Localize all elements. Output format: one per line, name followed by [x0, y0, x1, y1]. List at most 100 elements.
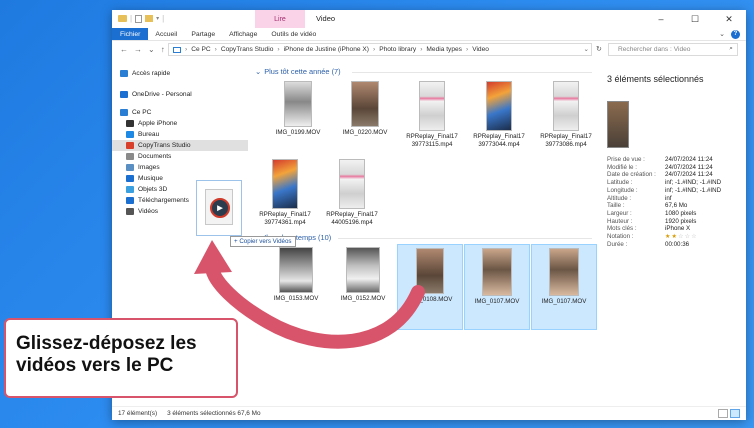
video-file-icon: ▶: [205, 189, 233, 225]
chevron-down-icon[interactable]: ▾: [156, 15, 159, 22]
back-icon[interactable]: ←: [120, 45, 128, 54]
details-pane: 3 éléments sélectionnés Prise de vue :24…: [607, 58, 746, 404]
file-name: IMG_0199.MOV: [275, 129, 321, 136]
address-row: ← → ⌄ ↑ › Ce PC › CopyTrans Studio › iPhon…: [112, 41, 746, 58]
file-tile[interactable]: IMG_0152.MOV: [330, 244, 396, 330]
file-name: RPReplay_Final17 39773044.mp4: [473, 133, 525, 148]
maximize-button[interactable]: ☐: [678, 10, 712, 28]
drag-ghost: ▶: [196, 180, 242, 236]
property-row: Date de création :24/07/2024 11:24: [607, 171, 713, 179]
file-tile[interactable]: IMG_0153.MOV: [263, 244, 329, 330]
tab-affichage[interactable]: Affichage: [222, 28, 264, 40]
file-tile[interactable]: RPReplay_Final17 44005196.mp4: [319, 156, 385, 242]
phone-icon: [126, 120, 134, 127]
file-name: IMG_0107.MOV: [474, 298, 520, 305]
property-row: Altitude : inf: [607, 194, 672, 202]
tab-accueil[interactable]: Accueil: [148, 28, 184, 40]
file-name: IMG_0152.MOV: [340, 295, 386, 302]
chevron-down-icon[interactable]: ⌄: [583, 45, 589, 53]
music-icon: [126, 175, 134, 182]
sidebar-item-7[interactable]: Documents: [112, 151, 248, 162]
new-folder-icon[interactable]: [145, 15, 154, 22]
property-row: Hauteur :1920 pixels: [607, 217, 697, 225]
file-tile[interactable]: IMG_0108.MOV: [397, 244, 463, 330]
tab-lire[interactable]: Lire: [255, 10, 305, 28]
monitor-icon: [120, 109, 128, 116]
property-row: Longitude : inf; -1.#IND; -1.#IND: [607, 186, 722, 194]
group-header-recent[interactable]: ⌄ Plus tôt cette année (7): [255, 67, 341, 76]
search-input[interactable]: Rechercher dans : Video ⌕: [608, 43, 738, 56]
star-icon: [120, 70, 128, 77]
help-icon[interactable]: ?: [731, 29, 740, 39]
tab-partage[interactable]: Partage: [184, 28, 222, 40]
up-icon[interactable]: ↑: [161, 45, 165, 54]
file-tile[interactable]: IMG_0199.MOV: [265, 78, 331, 164]
video-thumbnail: [284, 81, 312, 127]
breadcrumb-item[interactable]: Ce PC: [191, 46, 210, 53]
copytrans-logo-icon: ▶: [210, 198, 230, 218]
file-tile[interactable]: IMG_0107.MOV: [531, 244, 597, 330]
file-tile[interactable]: RPReplay_Final17 39774361.mp4: [252, 156, 318, 242]
large-icons-view-icon[interactable]: [730, 409, 740, 418]
sidebar-item-8[interactable]: Images: [112, 162, 248, 173]
breadcrumb-item[interactable]: Media types: [426, 46, 462, 53]
minimize-button[interactable]: –: [644, 10, 678, 28]
property-row: Mots clés : iPhone X: [607, 225, 691, 233]
sidebar-item-1[interactable]: Accès rapide: [112, 68, 248, 79]
property-row: Largeur :1080 pixels: [607, 209, 697, 217]
file-list: ⌄ Plus tôt cette année (7) IMG_0199.MOV I…: [252, 58, 597, 404]
breadcrumb-item[interactable]: CopyTrans Studio: [221, 46, 274, 53]
sidebar-item-4[interactable]: Apple iPhone: [112, 118, 248, 129]
tab-outils-video[interactable]: Outils de vidéo: [264, 28, 323, 40]
quick-access-toolbar: | ▾ |: [118, 14, 164, 23]
recent-locations-icon[interactable]: ⌄: [148, 45, 155, 54]
video-thumbnail: [339, 159, 365, 209]
video-thumbnail: [482, 248, 512, 296]
selection-info: 3 éléments sélectionnés 67,6 Mo: [167, 410, 261, 417]
chevron-down-icon: ⌄: [255, 67, 262, 76]
details-view-icon[interactable]: [718, 409, 728, 418]
breadcrumb[interactable]: › Ce PC › CopyTrans Studio › iPhone de Jus…: [168, 43, 592, 56]
file-name: IMG_0108.MOV: [407, 296, 453, 303]
file-name: RPReplay_Final17 39773086.mp4: [540, 133, 592, 148]
properties-icon[interactable]: [135, 14, 143, 23]
video-thumbnail: [416, 248, 444, 294]
file-tile[interactable]: RPReplay_Final17 39773044.mp4: [466, 78, 532, 164]
image-icon: [126, 164, 134, 171]
rating-stars[interactable]: ★★☆☆☆: [665, 233, 698, 241]
video-thumbnail: [346, 247, 380, 293]
copy-to-videos-badge: + Copier vers Vidéos: [230, 236, 296, 247]
expand-ribbon-icon[interactable]: ⌄: [719, 30, 725, 38]
sidebar-item-5[interactable]: Bureau: [112, 129, 248, 140]
breadcrumb-item[interactable]: Photo library: [379, 46, 416, 53]
document-icon: [126, 153, 134, 160]
tab-fichier[interactable]: Fichier: [112, 28, 149, 40]
cloud-icon: [120, 91, 128, 98]
sidebar-item-3[interactable]: Ce PC: [112, 107, 248, 118]
file-tile[interactable]: IMG_0220.MOV: [332, 78, 398, 164]
callout-line-2: vidéos vers le PC: [16, 355, 174, 376]
file-tile[interactable]: IMG_0107.MOV: [464, 244, 530, 330]
details-title: 3 éléments sélectionnés: [607, 74, 704, 84]
property-row: Taille :67,6 Mo: [607, 202, 688, 210]
file-name: RPReplay_Final17 39774361.mp4: [259, 211, 311, 226]
desktop-icon: [126, 131, 134, 138]
cube-icon: [126, 186, 134, 193]
video-thumbnail: [351, 81, 379, 127]
file-name: IMG_0153.MOV: [273, 295, 319, 302]
file-tile[interactable]: RPReplay_Final17 39773086.mp4: [533, 78, 599, 164]
property-row: Latitude : inf; -1.#IND; -1.#IND: [607, 179, 722, 187]
file-tile[interactable]: RPReplay_Final17 39773115.mp4: [399, 78, 465, 164]
video-thumbnail: [419, 81, 445, 131]
breadcrumb-item[interactable]: iPhone de Justine (iPhone X): [284, 46, 369, 53]
video-thumbnail: [279, 247, 313, 293]
breadcrumb-item[interactable]: Video: [472, 46, 489, 53]
close-button[interactable]: ✕: [712, 10, 746, 28]
refresh-icon[interactable]: ↻: [596, 45, 602, 53]
sidebar-item-2[interactable]: OneDrive - Personal: [112, 89, 248, 100]
video-thumbnail: [553, 81, 579, 131]
folder-icon[interactable]: [118, 15, 127, 22]
sidebar-item-6[interactable]: CopyTrans Studio: [112, 140, 248, 151]
forward-icon[interactable]: →: [134, 45, 142, 54]
file-name: RPReplay_Final17 39773115.mp4: [406, 133, 458, 148]
